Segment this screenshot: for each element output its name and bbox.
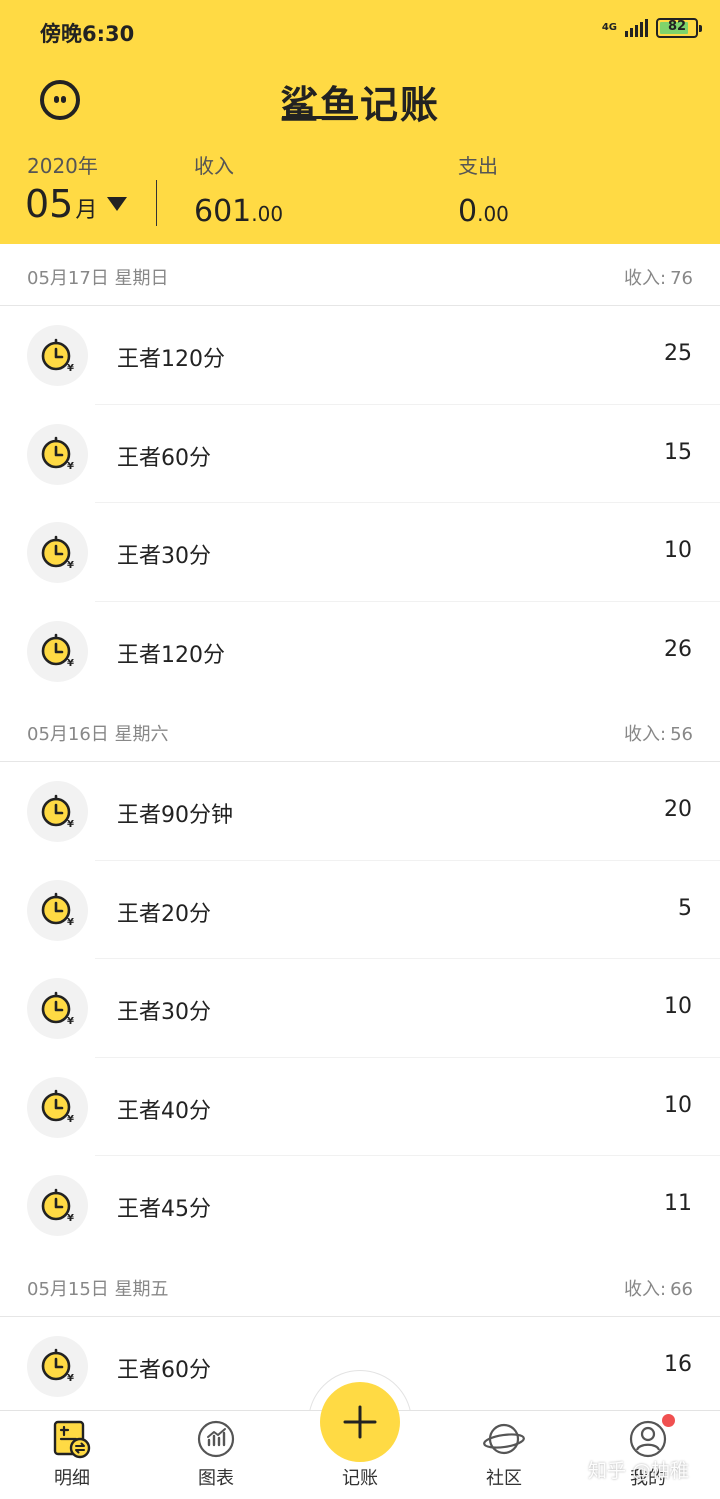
clock-yen-icon: ¥ — [27, 1076, 88, 1138]
tab-community-label: 社区 — [486, 1468, 522, 1489]
status-time: 傍晚6:30 — [40, 22, 135, 46]
expense-dec: .00 — [477, 202, 509, 226]
day-income: 收入: 56 — [624, 724, 693, 745]
svg-text:¥: ¥ — [67, 461, 74, 472]
tab-details[interactable]: 明细 — [22, 1419, 122, 1490]
status-icons: 4G 82 — [601, 18, 702, 38]
expense-label: 支出 — [458, 154, 498, 178]
day-header: 05月17日 星期日 收入: 76 — [0, 244, 720, 306]
clock-yen-icon: ¥ — [27, 522, 88, 583]
tab-charts-label: 图表 — [198, 1468, 234, 1489]
plus-icon — [343, 1405, 377, 1439]
planet-icon — [483, 1423, 525, 1455]
day-date: 05月17日 星期日 — [27, 268, 169, 289]
day-header: 05月15日 星期五 收入: 66 — [0, 1254, 720, 1317]
transaction-amount: 20 — [664, 797, 692, 822]
transaction-amount: 26 — [664, 636, 692, 662]
details-list-icon — [53, 1420, 91, 1459]
clock-yen-icon: ¥ — [27, 1335, 88, 1397]
clock-yen-icon: ¥ — [27, 781, 88, 842]
transaction-amount: 16 — [664, 1351, 692, 1377]
svg-text:¥: ¥ — [67, 1114, 74, 1125]
clock-yen-icon: ¥ — [27, 1175, 88, 1236]
add-record-label: 记账 — [342, 1468, 378, 1489]
svg-text:¥: ¥ — [67, 1373, 74, 1384]
transaction-amount: 5 — [678, 895, 692, 921]
transaction-title: 王者20分 — [117, 901, 211, 927]
transaction-title: 王者30分 — [117, 544, 211, 569]
header: 傍晚6:30 4G 82 鲨鱼记账 2020年 05 月 收入 601 .00 … — [0, 0, 720, 244]
tab-charts[interactable]: 图表 — [166, 1419, 266, 1490]
transaction-title: 王者40分 — [117, 1098, 211, 1124]
transaction-title: 王者30分 — [117, 1000, 211, 1025]
day-income: 收入: 66 — [624, 1278, 693, 1300]
year-label: 2020年 — [27, 154, 98, 178]
network-indicator: 4G — [601, 22, 617, 33]
battery-level: 82 — [667, 19, 687, 34]
battery-icon: 82 — [656, 18, 702, 38]
svg-text:¥: ¥ — [67, 658, 74, 669]
transaction-row[interactable]: ¥ 王者30分 10 — [0, 503, 720, 602]
transaction-row[interactable]: ¥ 王者45分 11 — [0, 1156, 720, 1255]
svg-text:¥: ¥ — [67, 560, 74, 571]
transaction-row[interactable]: ¥ 王者30分 10 — [0, 959, 720, 1058]
income-dec: .00 — [251, 202, 284, 226]
transaction-title: 王者90分钟 — [117, 803, 233, 828]
transaction-amount: 15 — [664, 439, 692, 465]
clock-yen-icon: ¥ — [27, 423, 88, 485]
income-int: 601 — [194, 194, 252, 229]
svg-text:¥: ¥ — [67, 363, 74, 374]
day-date: 05月16日 星期六 — [27, 724, 169, 745]
month-number: 05 — [25, 182, 74, 226]
watermark: 知乎 @柚稚 — [588, 1460, 690, 1482]
expense-total: 0 .00 — [458, 194, 509, 229]
transaction-title: 王者60分 — [117, 1357, 211, 1383]
svg-text:¥: ¥ — [67, 819, 74, 830]
transaction-title: 王者120分 — [117, 642, 225, 668]
transaction-title: 王者60分 — [117, 445, 211, 471]
svg-text:¥: ¥ — [67, 917, 74, 928]
transaction-amount: 10 — [664, 538, 692, 563]
transaction-title: 王者45分 — [117, 1197, 211, 1222]
chart-icon — [197, 1420, 235, 1458]
expense-int: 0 — [458, 194, 478, 229]
user-icon — [629, 1420, 667, 1458]
transaction-amount: 25 — [664, 341, 692, 366]
day-header: 05月16日 星期六 收入: 56 — [0, 700, 720, 762]
transaction-row[interactable]: ¥ 王者60分 15 — [0, 404, 720, 503]
app-title: 鲨鱼记账 — [279, 83, 440, 127]
add-record-button[interactable] — [320, 1382, 400, 1462]
transaction-row[interactable]: ¥ 王者120分 26 — [0, 601, 720, 700]
transaction-row[interactable]: ¥ 王者40分 10 — [0, 1057, 720, 1156]
month-unit: 月 — [75, 198, 98, 223]
day-date: 05月15日 星期五 — [27, 1278, 169, 1300]
clock-yen-icon: ¥ — [27, 620, 88, 682]
transaction-row[interactable]: ¥ 王者120分 25 — [0, 306, 720, 405]
header-divider — [156, 180, 157, 226]
tab-community[interactable]: 社区 — [454, 1419, 554, 1490]
clock-yen-icon: ¥ — [27, 978, 88, 1039]
income-total: 601 .00 — [194, 194, 283, 229]
clock-yen-icon: ¥ — [27, 879, 88, 941]
day-income: 收入: 76 — [624, 268, 693, 289]
svg-text:¥: ¥ — [67, 1016, 74, 1027]
caret-down-icon — [107, 197, 128, 211]
income-label: 收入 — [194, 154, 234, 178]
transaction-title: 王者120分 — [117, 347, 225, 372]
tab-details-label: 明细 — [54, 1468, 90, 1489]
signal-icon — [625, 19, 648, 37]
svg-text:¥: ¥ — [67, 1213, 74, 1224]
transaction-amount: 10 — [664, 1092, 692, 1118]
transaction-amount: 11 — [664, 1191, 692, 1216]
title-underline — [282, 116, 358, 119]
clock-yen-icon: ¥ — [27, 325, 88, 386]
transaction-list[interactable]: 05月17日 星期日 收入: 76 ¥ 王者120分 25 ¥ 王者60分 15 … — [0, 244, 720, 1415]
transaction-row[interactable]: ¥ 王者90分钟 20 — [0, 762, 720, 861]
month-selector[interactable]: 05 月 — [25, 182, 128, 226]
notification-badge — [662, 1414, 675, 1427]
transaction-row[interactable]: ¥ 王者20分 5 — [0, 860, 720, 959]
transaction-amount: 10 — [664, 994, 692, 1019]
